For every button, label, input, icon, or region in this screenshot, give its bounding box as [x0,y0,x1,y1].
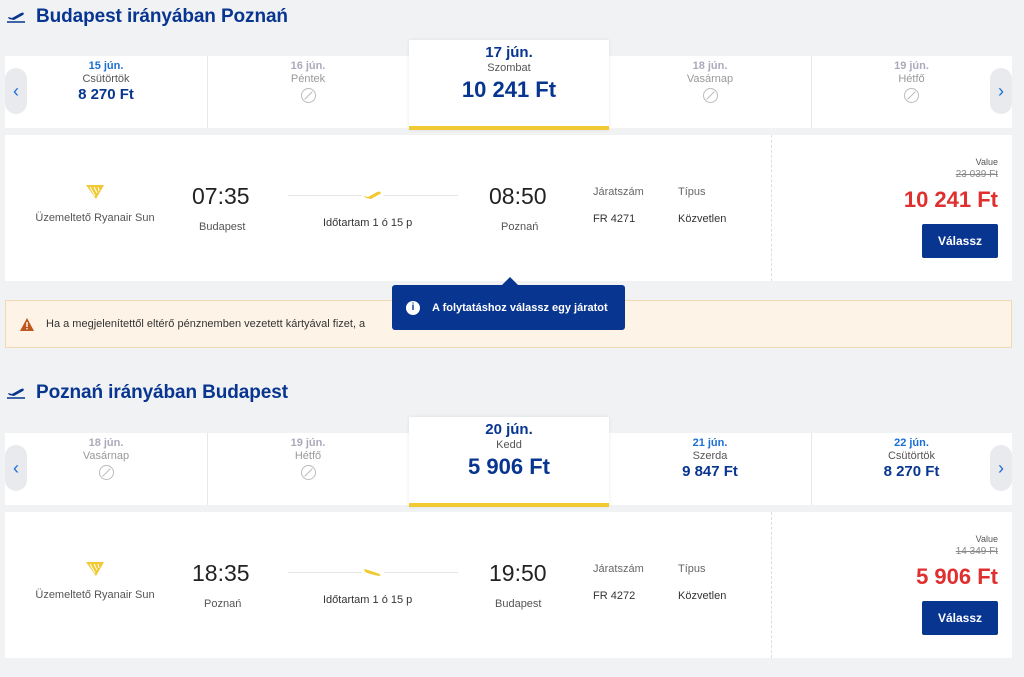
flight-number: FR 4272 [593,590,636,602]
outbound-date-0[interactable]: 15 jún. Csütörtök 8 270 Ft [5,56,207,128]
chevron-left-icon: ‹ [13,80,19,101]
day-name: Csütörtök [887,450,936,462]
flight-type: Közvetlen [678,213,727,225]
arrive-time: 08:50 [489,183,547,209]
operator: Üzemeltető Ryanair Sun [5,560,185,601]
date-label: 19 jún. [894,60,929,72]
inbound-date-4[interactable]: 22 jún. Csütörtök 8 270 Ft [811,433,1012,505]
inbound-date-0: 18 jún. Vasárnap [5,433,207,505]
depart-time: 07:35 [192,183,250,209]
duration: Időtartam 1 ó 15 p [323,217,413,229]
inbound-prev-button[interactable]: ‹ [5,445,27,491]
depart-city: Budapest [199,221,246,233]
day-name: Hétfő [294,450,322,462]
day-name: Szombat [487,62,531,74]
date-price: 8 270 Ft [78,86,134,103]
inbound-date-3[interactable]: 21 jún. Szerda 9 847 Ft [609,433,811,505]
depart-city: Poznań [204,598,242,610]
arrive-city: Budapest [495,598,542,610]
operator-label: Üzemeltető Ryanair Sun [35,212,155,224]
inbound-section-title: Poznań irányában Budapest [6,382,288,404]
operator-label: Üzemeltető Ryanair Sun [35,589,155,601]
card-separator [771,135,772,281]
outbound-prev-button[interactable]: ‹ [5,68,27,114]
outbound-date-2-selected[interactable]: 17 jún. Szombat 10 241 Ft [409,40,609,130]
fare-type: Value [975,534,998,544]
date-label: 22 jún. [894,437,929,449]
date-price: 5 906 Ft [468,454,550,479]
no-flight-icon [300,465,316,480]
info-icon: i [406,300,420,315]
outbound-date-strip: ‹ 15 jún. Csütörtök 8 270 Ft 16 jún. Pén… [5,40,1012,130]
day-name: Kedd [496,439,522,451]
tooltip-text: A folytatáshoz válassz egy járatot [432,301,608,314]
warning-text: Ha a megjelenítettől eltérő pénznemben v… [46,318,366,330]
day-name: Hétfő [898,73,925,85]
day-name: Péntek [290,73,326,85]
inbound-date-2-selected[interactable]: 20 jún. Kedd 5 906 Ft [409,417,609,507]
date-price: 8 270 Ft [883,463,940,480]
no-flight-icon [98,465,114,480]
inbound-select-button[interactable]: Válassz [922,601,998,635]
date-price: 9 847 Ft [682,463,738,480]
date-label: 19 jún. [290,437,326,449]
operator: Üzemeltető Ryanair Sun [5,183,185,224]
type-label: Típus [678,563,706,575]
outbound-section-title: Budapest irányában Poznań [6,6,288,28]
outbound-date-4: 19 jún. Hétfő [811,56,1012,128]
duration: Időtartam 1 ó 15 p [323,594,413,606]
day-name: Szerda [692,450,728,462]
day-name: Vasárnap [686,73,734,85]
date-label: 18 jún. [88,437,124,449]
inbound-next-button[interactable]: › [990,445,1012,491]
outbound-date-1: 16 jún. Péntek [207,56,409,128]
no-flight-icon [904,88,919,103]
outbound-next-button[interactable]: › [990,68,1012,114]
plane-takeoff-icon [7,12,25,23]
plane-takeoff-icon [7,388,25,399]
date-label: 21 jún. [692,437,728,449]
flight-type: Közvetlen [678,590,727,602]
inbound-date-1: 19 jún. Hétfő [207,433,409,505]
date-label: 18 jún. [692,60,728,72]
depart-time: 18:35 [192,560,250,586]
chevron-right-icon: › [998,457,1004,478]
inbound-date-strip: ‹ 18 jún. Vasárnap 19 jún. Hétfő 20 jún.… [5,417,1012,507]
no-flight-icon [300,88,316,103]
date-label: 20 jún. [485,421,533,438]
type-label: Típus [678,186,706,198]
ryanair-harp-logo [86,562,104,576]
inbound-title: Poznań irányában Budapest [36,382,288,403]
chevron-left-icon: ‹ [13,457,19,478]
warning-icon [20,317,34,331]
card-separator [771,512,772,658]
fare-type: Value [975,157,998,167]
arrive-time: 19:50 [489,560,547,586]
outbound-flight-card: Üzemeltető Ryanair Sun 07:35 Budapest Id… [5,135,1012,281]
outbound-date-3: 18 jún. Vasárnap [609,56,811,128]
date-price: 10 241 Ft [461,77,557,102]
day-name: Csütörtök [82,73,130,85]
select-flight-tooltip: i A folytatáshoz válassz egy járatot [392,277,625,330]
price: 5 906 Ft [916,564,998,589]
ryanair-harp-logo [86,185,104,199]
chevron-right-icon: › [998,80,1004,101]
inbound-flight-card: Üzemeltető Ryanair Sun 18:35 Poznań Időt… [5,512,1012,658]
outbound-select-button[interactable]: Válassz [922,224,998,258]
price: 10 241 Ft [903,187,998,212]
date-label: 17 jún. [485,44,533,61]
flight-number-label: Járatszám [593,186,644,198]
date-label: 15 jún. [88,60,124,72]
arrive-city: Poznań [501,221,539,233]
flight-number-label: Járatszám [593,563,644,575]
flight-number: FR 4271 [593,213,636,225]
outbound-title: Budapest irányában Poznań [36,6,288,27]
day-name: Vasárnap [82,450,130,462]
no-flight-icon [702,88,718,103]
old-price: 23 039 Ft [955,169,998,180]
plane-takeoff-icon [362,188,384,202]
plane-landing-icon [362,565,384,579]
date-label: 16 jún. [290,60,326,72]
old-price: 14 349 Ft [955,546,998,557]
